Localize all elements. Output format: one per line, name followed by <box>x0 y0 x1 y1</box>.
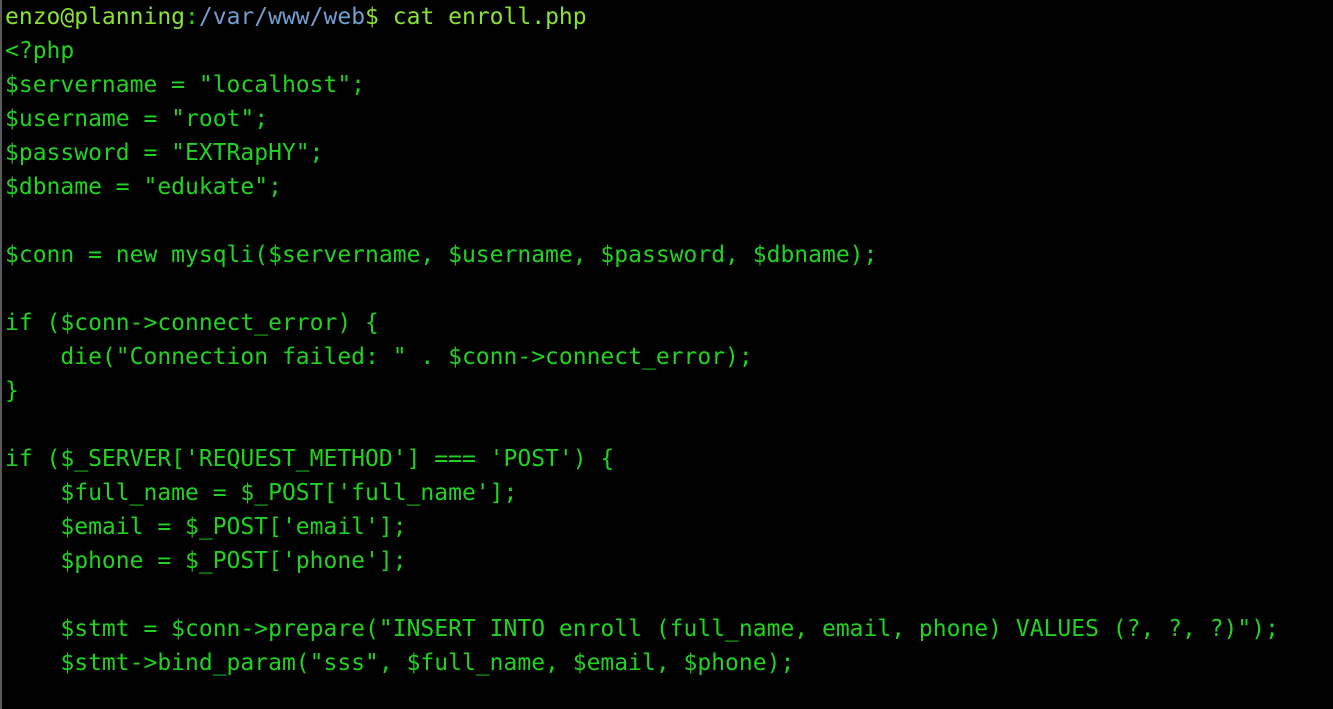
code-line: if ($_SERVER['REQUEST_METHOD'] === 'POST… <box>5 446 615 472</box>
code-line: $email = $_POST['email']; <box>5 514 407 540</box>
prompt-user-host: enzo@planning <box>5 4 186 30</box>
code-line: $stmt = $conn->prepare("INSERT INTO enro… <box>5 616 1279 642</box>
code-line: } <box>5 378 19 404</box>
code-line: $servername = "localhost"; <box>5 72 366 98</box>
code-line: die("Connection failed: " . $conn->conne… <box>5 344 753 370</box>
code-line: $password = "EXTRapHY"; <box>5 140 324 166</box>
code-line: $stmt->bind_param("sss", $full_name, $em… <box>5 650 795 676</box>
prompt-symbol: $ <box>365 4 379 30</box>
code-line: $phone = $_POST['phone']; <box>5 548 407 574</box>
code-line: $conn = new mysqli($servername, $usernam… <box>5 242 878 268</box>
prompt-command: cat enroll.php <box>378 4 587 30</box>
shell-prompt-line: enzo@planning:/var/www/web$ cat enroll.p… <box>5 0 1333 34</box>
prompt-path: /var/www/web <box>198 4 366 30</box>
code-line: if ($conn->connect_error) { <box>5 310 379 336</box>
file-output: <?php $servername = "localhost"; $userna… <box>5 34 1333 709</box>
code-line: <?php <box>5 38 75 64</box>
code-line: $full_name = $_POST['full_name']; <box>5 480 518 506</box>
prompt-separator: : <box>185 4 199 30</box>
terminal-window[interactable]: enzo@planning:/var/www/web$ cat enroll.p… <box>0 0 1333 709</box>
code-line: $username = "root"; <box>5 106 269 132</box>
code-line: $dbname = "edukate"; <box>5 174 282 200</box>
